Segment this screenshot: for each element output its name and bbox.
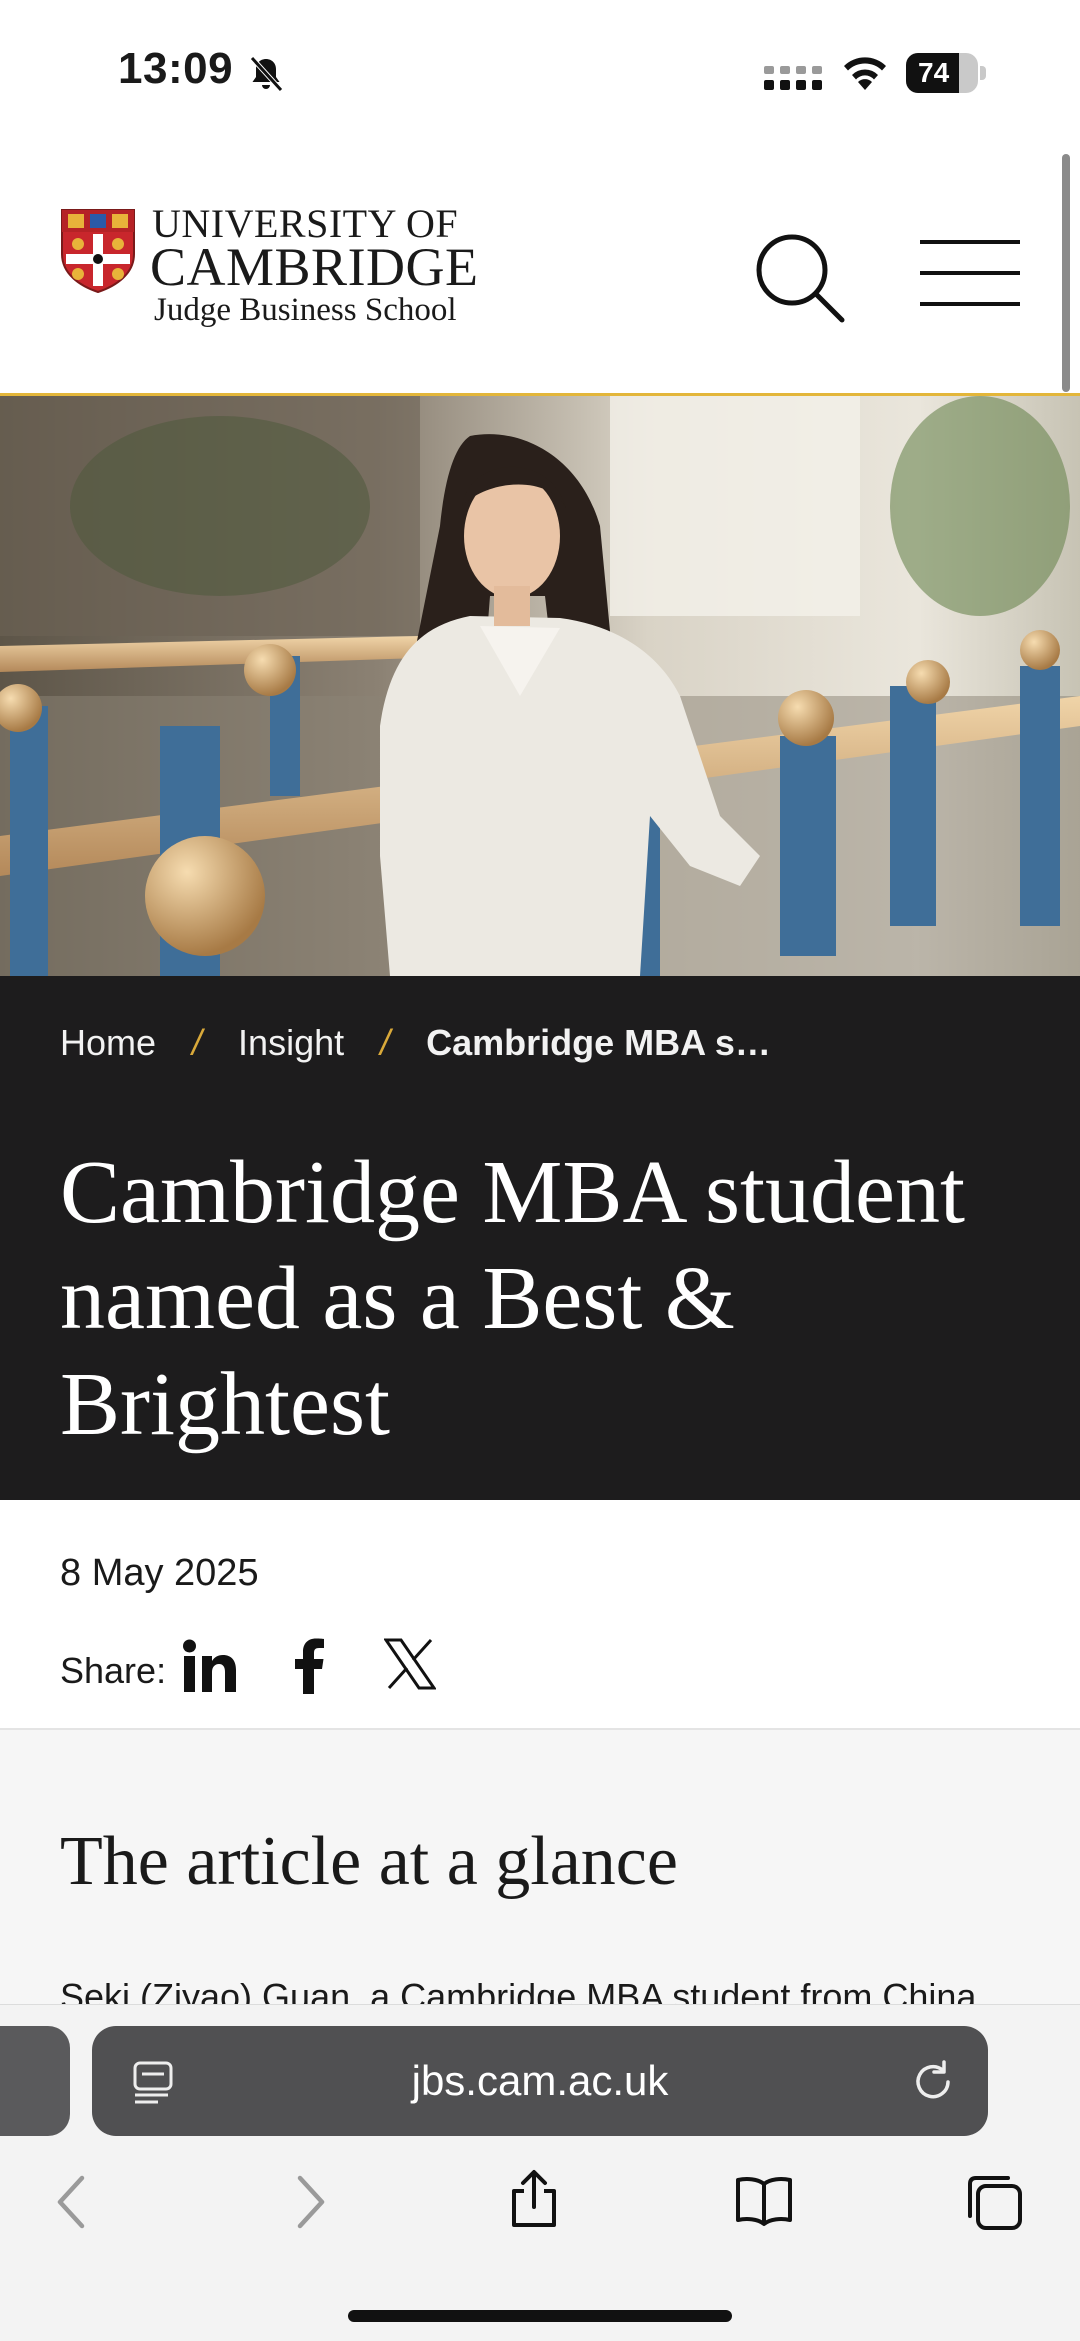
breadcrumb: Home / Insight / Cambridge MBA s…	[60, 1022, 771, 1064]
reload-icon[interactable]	[910, 2058, 956, 2104]
logo-text-line3[interactable]: Judge Business School	[154, 292, 457, 329]
tabs-overview-icon[interactable]	[964, 2172, 1024, 2232]
breadcrumb-current: Cambridge MBA s…	[426, 1022, 771, 1063]
share-icon[interactable]	[504, 2166, 564, 2232]
hero-photo	[0, 396, 1080, 976]
bell-muted-icon	[250, 56, 283, 92]
facebook-icon[interactable]	[290, 1636, 326, 1694]
x-twitter-icon[interactable]	[384, 1638, 436, 1690]
linkedin-icon[interactable]	[182, 1638, 238, 1694]
previous-tab-peek[interactable]	[0, 2026, 70, 2136]
wifi-icon	[844, 57, 886, 90]
logo-text-line2[interactable]: CAMBRIDGE	[150, 240, 479, 294]
back-arrow-icon[interactable]	[44, 2172, 104, 2232]
breadcrumb-separator: /	[192, 1022, 203, 1063]
search-icon[interactable]	[752, 230, 848, 326]
bookmarks-book-icon[interactable]	[734, 2172, 794, 2232]
url-text[interactable]: jbs.cam.ac.uk	[92, 2026, 988, 2136]
article-meta	[0, 1500, 1080, 1730]
page-title: Cambridge MBA student named as a Best & …	[60, 1143, 965, 1454]
breadcrumb-home[interactable]: Home	[60, 1022, 156, 1063]
breadcrumb-separator: /	[380, 1022, 391, 1063]
status-time: 13:09	[118, 44, 234, 93]
cellular-signal-icon	[764, 66, 822, 90]
university-crest-logo[interactable]	[60, 208, 136, 294]
battery-level: 74	[918, 57, 950, 88]
hamburger-menu-icon[interactable]	[918, 238, 1022, 308]
home-indicator[interactable]	[348, 2310, 732, 2322]
page-scrollbar[interactable]	[1062, 154, 1070, 392]
share-label: Share:	[60, 1650, 167, 1691]
glance-heading: The article at a glance	[60, 1823, 678, 1900]
publish-date: 8 May 2025	[60, 1552, 259, 1594]
breadcrumb-insight[interactable]: Insight	[238, 1022, 344, 1063]
forward-arrow-icon[interactable]	[278, 2172, 338, 2232]
battery-indicator: 74	[906, 53, 986, 93]
